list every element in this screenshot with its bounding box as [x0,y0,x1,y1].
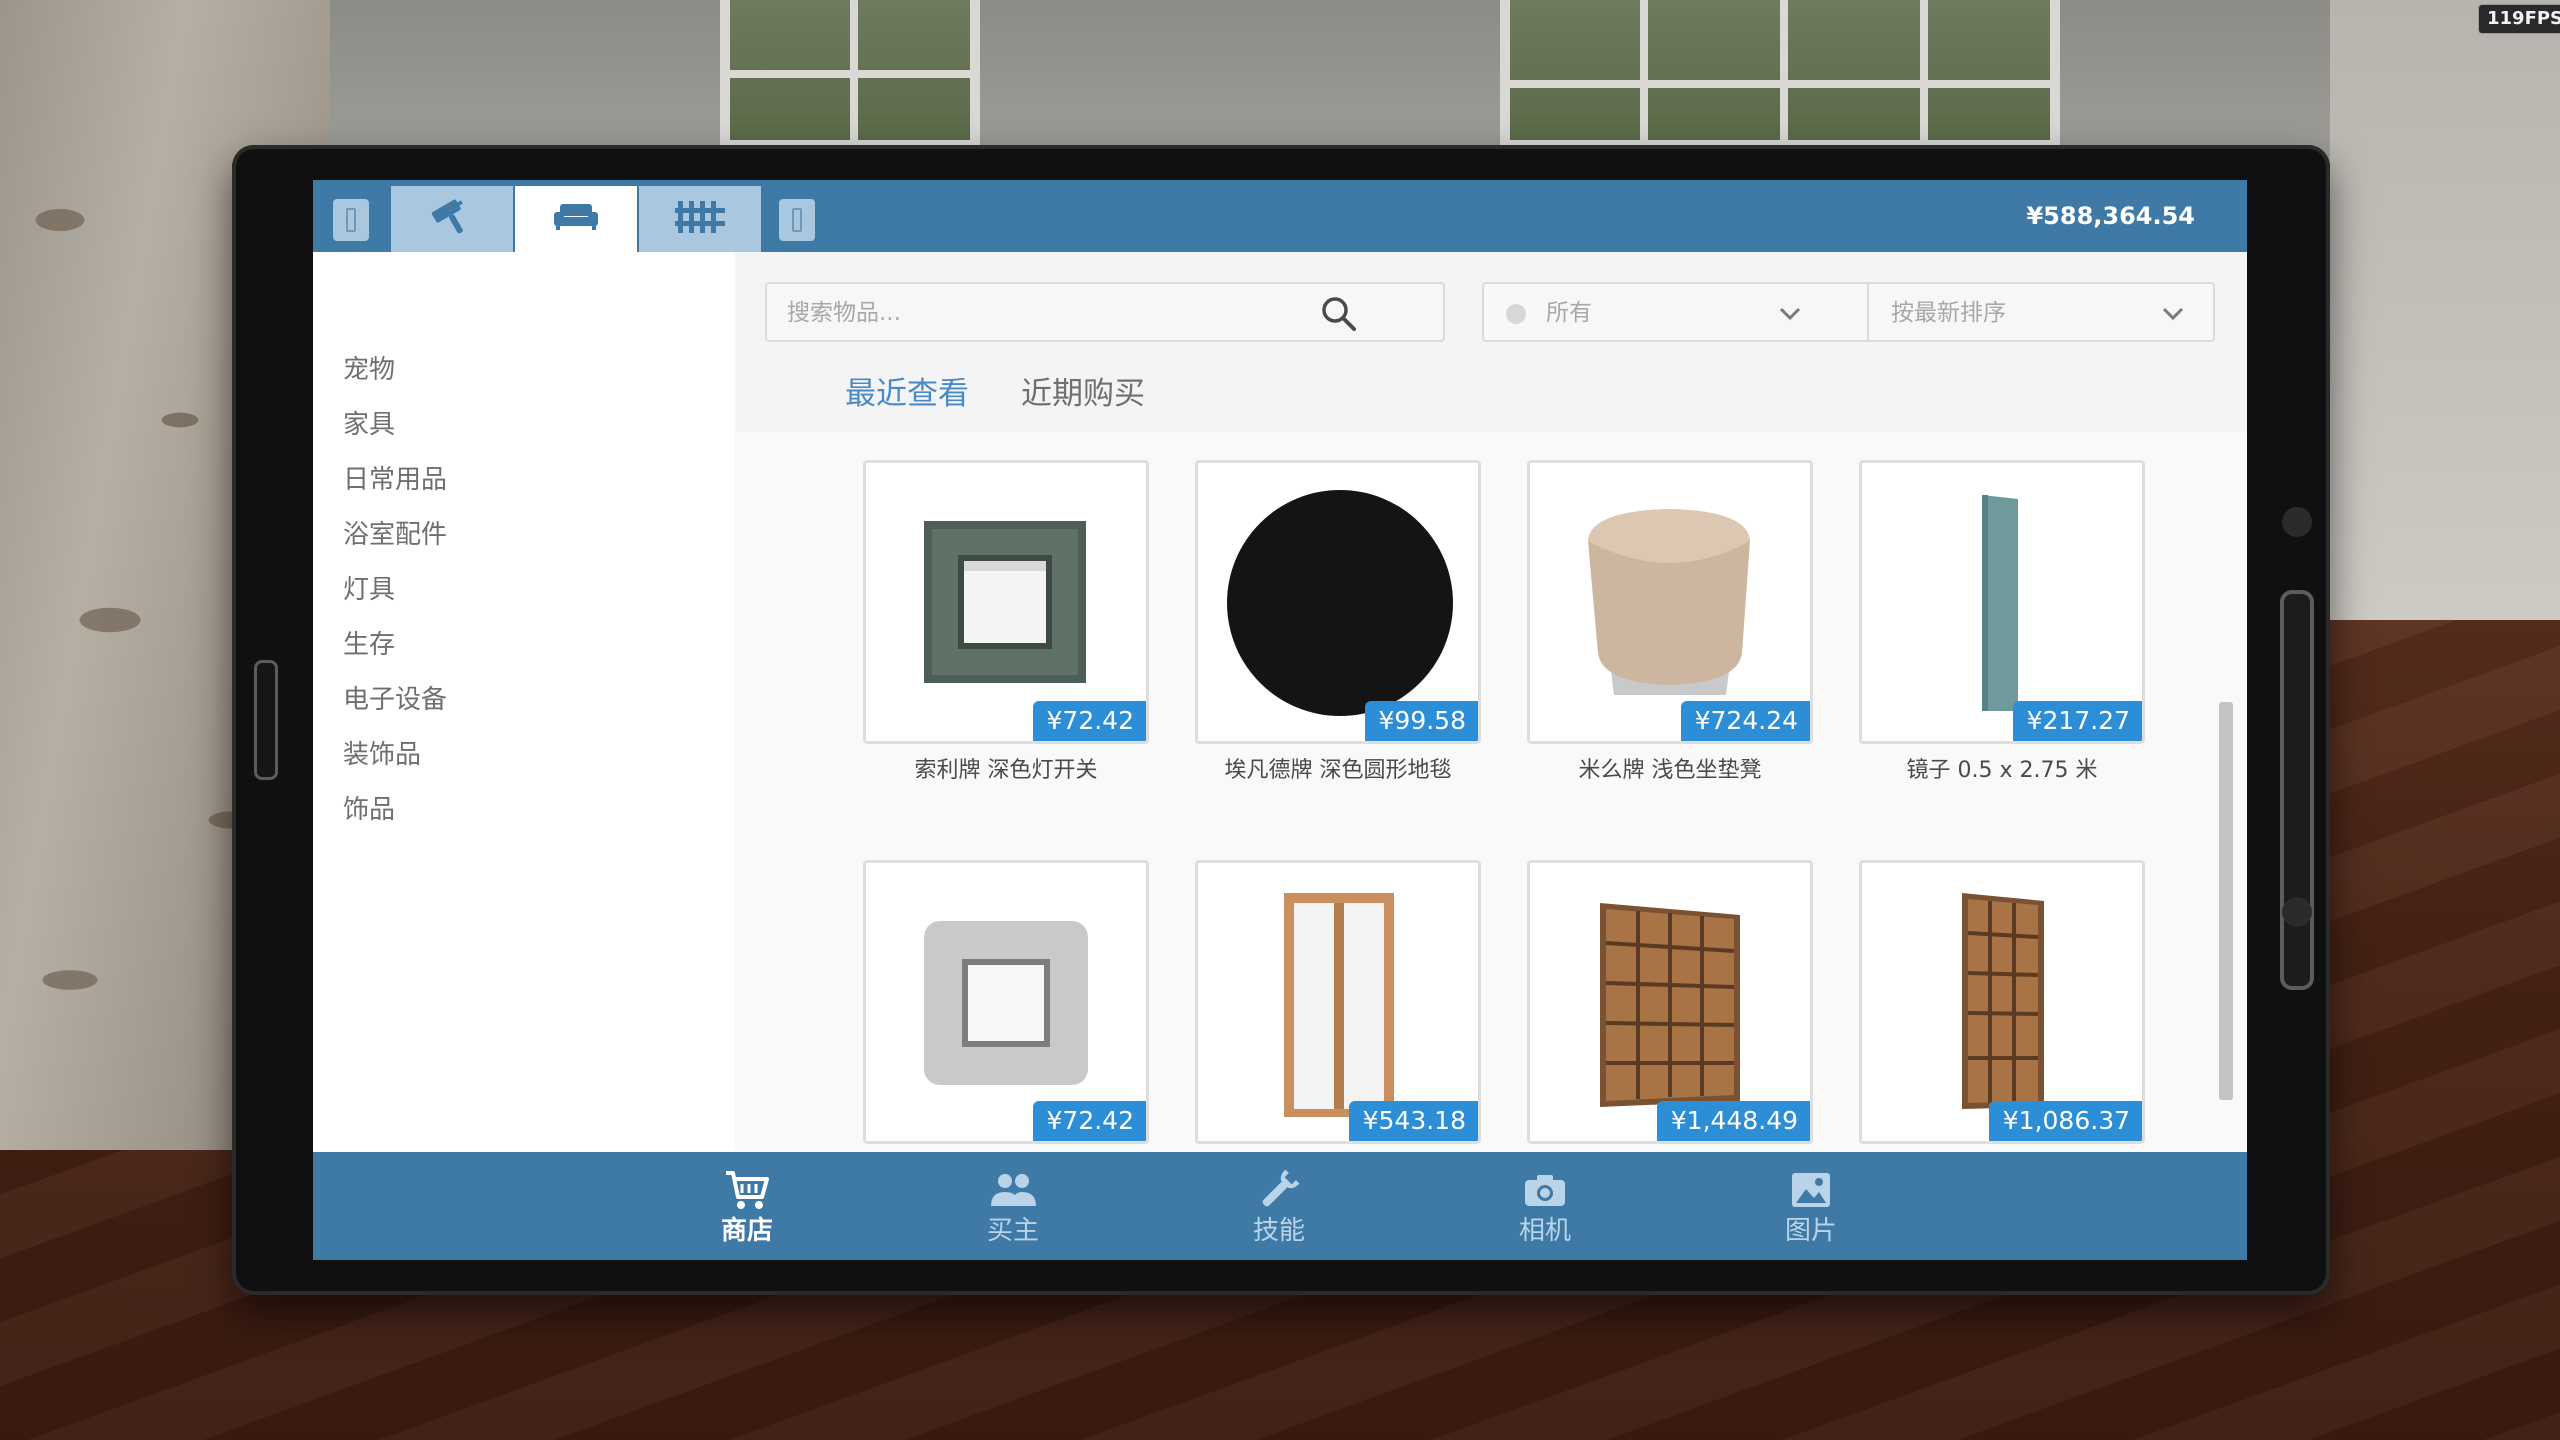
product-image [866,863,1146,1141]
product-card[interactable]: ¥1,448.49 [1527,860,1813,1144]
wrench-icon [1258,1168,1300,1212]
product-grid: ¥72.42 索利牌 深色灯开关 ¥99.58 埃凡德牌 深色圆形地毯 ¥724… [735,432,2247,1170]
nav-pictures-label: 图片 [1784,1216,1837,1246]
tab-paint[interactable] [391,186,513,252]
category-accessories[interactable]: 饰品 [343,790,395,830]
grid-scrollbar[interactable] [2219,702,2233,1100]
category-furniture[interactable]: 家具 [343,405,395,445]
tablet-home-slot [2280,590,2314,990]
nav-buyers-label: 买主 [986,1216,1039,1246]
product-image [1198,863,1478,1141]
price-badge: ¥217.27 [2012,701,2142,741]
category-survival[interactable]: 生存 [343,625,395,665]
nav-shop[interactable]: 商店 [647,1152,847,1260]
image-icon [1790,1168,1832,1212]
product-image [1198,463,1478,741]
price-badge: ¥72.42 [1032,1101,1146,1141]
product-image [866,463,1146,741]
nav-camera-label: 相机 [1518,1216,1571,1246]
search-placeholder: 搜索物品... [787,300,901,326]
product-name: 米么牌 浅色坐垫凳 [1578,758,1762,783]
tab-scroll-right[interactable] [779,199,815,241]
tab-recently-purchased[interactable]: 近期购买 [1021,374,1145,414]
tab-outdoor[interactable] [639,186,761,252]
category-decor[interactable]: 装饰品 [343,735,421,775]
category-dot-icon [1506,304,1526,324]
nav-pictures[interactable]: 图片 [1711,1152,1911,1260]
people-icon [988,1168,1038,1212]
category-pets[interactable]: 宠物 [343,350,395,390]
category-sidebar: 宠物 家具 日常用品 浴室配件 灯具 生存 电子设备 装饰品 饰品 [313,252,735,1170]
category-dropdown[interactable]: 所有 [1482,282,1874,342]
category-bathroom[interactable]: 浴室配件 [343,515,447,555]
product-card[interactable]: ¥217.27 [1859,460,2145,744]
product-card[interactable]: ¥72.42 [863,860,1149,1144]
sofa-icon [552,202,600,236]
fps-counter: 119FPS [2478,4,2560,34]
tablet-side-button [254,660,278,780]
product-card[interactable]: ¥1,086.37 [1859,860,2145,1144]
balance-display: ¥588,364.54 [2026,202,2195,230]
shop-main: 搜索物品... 所有 按最新排序 最近查看 近期购买 ¥72.42 索利牌 深色… [735,252,2247,1170]
nav-skills[interactable]: 技能 [1179,1152,1379,1260]
category-lighting[interactable]: 灯具 [343,570,395,610]
sort-dropdown-value: 按最新排序 [1891,300,2006,326]
chevron-down-icon [1776,300,1804,332]
product-name: 镜子 0.5 x 2.75 米 [1906,758,2098,783]
category-electronics[interactable]: 电子设备 [343,680,447,720]
tablet-camera-dot [2282,507,2312,537]
shop-top-bar: ¥588,364.54 [313,180,2247,252]
nav-camera[interactable]: 相机 [1445,1152,1645,1260]
product-card[interactable]: ¥72.42 [863,460,1149,744]
product-image [1862,863,2142,1141]
tablet-screen: ¥588,364.54 宠物 家具 日常用品 浴室配件 灯具 生存 电子设备 装… [313,180,2247,1260]
product-card[interactable]: ¥543.18 [1195,860,1481,1144]
product-name: 索利牌 深色灯开关 [914,758,1098,783]
sort-dropdown[interactable]: 按最新排序 [1867,282,2215,342]
price-badge: ¥724.24 [1680,701,1810,741]
tab-recently-viewed[interactable]: 最近查看 [845,374,969,414]
tab-scroll-left[interactable] [333,199,369,241]
camera-icon [1523,1168,1567,1212]
price-badge: ¥1,086.37 [1988,1101,2142,1141]
room-window-right [1500,0,2060,150]
tab-furniture[interactable] [515,186,637,252]
search-input[interactable]: 搜索物品... [765,282,1445,342]
product-name: 埃凡德牌 深色圆形地毯 [1224,758,1452,783]
category-daily-goods[interactable]: 日常用品 [343,460,447,500]
search-icon[interactable] [1319,294,1359,338]
product-image [1530,863,1810,1141]
product-image [1530,463,1810,741]
bottom-navigation: 商店 买主 技能 相机 图片 [313,1152,2247,1260]
cart-icon [724,1168,770,1212]
tablet-sensor-dot [2282,897,2312,927]
nav-skills-label: 技能 [1252,1216,1305,1246]
room-wall-right [2330,0,2560,680]
price-badge: ¥1,448.49 [1656,1101,1810,1141]
category-dropdown-value: 所有 [1546,300,1592,326]
product-card[interactable]: ¥99.58 [1195,460,1481,744]
product-image [1862,463,2142,741]
product-card[interactable]: ¥724.24 [1527,460,1813,744]
price-badge: ¥72.42 [1032,701,1146,741]
chevron-down-icon [2159,300,2187,332]
nav-buyers[interactable]: 买主 [913,1152,1113,1260]
price-badge: ¥99.58 [1364,701,1478,741]
price-badge: ¥543.18 [1348,1101,1478,1141]
room-window-left [720,0,980,150]
fence-icon [675,199,725,239]
paint-roller-icon [430,197,474,241]
nav-shop-label: 商店 [720,1216,773,1246]
